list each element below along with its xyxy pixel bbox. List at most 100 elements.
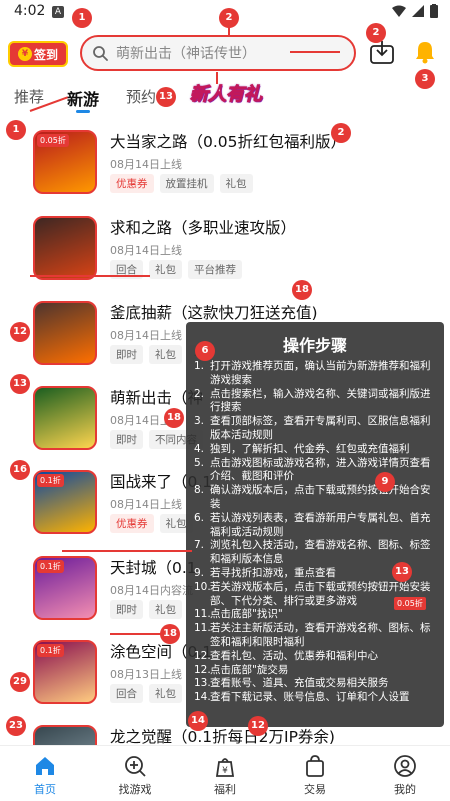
game-name[interactable]: 釜底抽薪（这款快刀狂送充值) xyxy=(110,301,318,323)
game-list-item[interactable]: 求和之路（多职业速攻版） 08月14日上线 回合 礼包 平台推荐 xyxy=(0,216,450,296)
game-name[interactable]: 龙之觉醒（0.1折每日2万IP券余) xyxy=(110,725,335,747)
game-icon[interactable]: 0.05折 xyxy=(33,130,97,194)
step-number: 7. xyxy=(194,539,205,552)
game-icon[interactable] xyxy=(33,216,97,280)
discount-badge: 0.05折 xyxy=(394,597,426,610)
annotation-marker: 2 xyxy=(366,23,386,43)
annotation-marker: 18 xyxy=(164,408,184,428)
nav-home[interactable]: 首页 xyxy=(0,746,90,801)
game-release-date: 08月14日上线 xyxy=(110,158,182,171)
nav-trade[interactable]: 交易 xyxy=(270,746,360,801)
battery-icon xyxy=(430,4,438,18)
step-number: 10. xyxy=(194,580,211,593)
tab-new-games[interactable]: 新游 xyxy=(67,86,99,110)
step-number: 3. xyxy=(194,415,205,428)
game-release-date: 08月14日上线 xyxy=(110,498,182,511)
game-tag: 即时 xyxy=(110,430,143,449)
game-icon[interactable] xyxy=(33,301,97,365)
step-text: 查看下载记录、账号信息、订单和个人设置 xyxy=(210,691,410,704)
annotation-marker: 29 xyxy=(10,672,30,692)
tab-reservation[interactable]: 预约 xyxy=(126,86,156,107)
game-name[interactable]: 大当家之路（0.05折红包福利版） xyxy=(110,130,346,152)
annotation-marker: 1 xyxy=(6,120,26,140)
nav-label: 交易 xyxy=(304,783,326,796)
game-name[interactable]: 求和之路（多职业速攻版） xyxy=(110,216,296,238)
annotation-marker: 6 xyxy=(195,341,215,361)
step-text: 查看账号、道具、充值或交易相关服务 xyxy=(210,677,389,690)
game-name[interactable]: 天封城（0.1 xyxy=(110,556,197,578)
overlay-step: 14. 查看下载记录、账号信息、订单和个人设置 xyxy=(194,691,440,705)
search-input[interactable]: 萌新出击（神话传世） xyxy=(80,35,356,71)
annotation-marker: 18 xyxy=(292,280,312,300)
bottom-navigation: 首页 找游戏 ¥ 福利 交易 我的 xyxy=(0,745,450,801)
game-release-date: 08月13日上线 xyxy=(110,668,182,681)
step-text: 确认游戏版本后，点击下载或预约按钮开始合安装 xyxy=(210,484,431,510)
bell-icon[interactable] xyxy=(414,40,436,64)
game-tag: 礼包 xyxy=(149,600,182,619)
game-tag: 礼包 xyxy=(149,260,182,279)
step-text: 点击底部"找识" xyxy=(210,608,283,621)
annotation-marker: 12 xyxy=(248,716,268,736)
game-tag: 优惠券 xyxy=(110,514,154,533)
game-tag: 回合 xyxy=(110,684,143,703)
tab-recommend[interactable]: 推荐 xyxy=(14,86,44,107)
step-number: 9. xyxy=(194,566,205,579)
annotation-marker: 9 xyxy=(375,472,395,492)
step-number: 11. xyxy=(194,622,211,635)
nav-label: 福利 xyxy=(214,783,236,796)
annotation-arrow xyxy=(62,550,192,552)
nav-find-games[interactable]: 找游戏 xyxy=(90,746,180,801)
game-icon[interactable]: 0.1折 xyxy=(33,640,97,704)
step-text: 点击底部"旋交易 xyxy=(210,663,289,676)
nav-welfare[interactable]: ¥ 福利 xyxy=(180,746,270,801)
promo-banner[interactable]: 新人有礼 xyxy=(190,80,263,106)
annotation-marker: 13 xyxy=(392,562,412,582)
game-search-icon xyxy=(125,756,146,777)
discount-badge: 0.1折 xyxy=(37,560,64,573)
game-tag: 平台推荐 xyxy=(188,260,242,279)
overlay-step: 4. 独到，了解折扣、代金券、红包或充值福利 xyxy=(194,443,440,457)
search-placeholder: 萌新出击（神话传世） xyxy=(116,46,256,62)
overlay-step: 1. 打开游戏推荐页面，确认当前为新游推荐和福利游戏搜索 xyxy=(194,360,440,388)
annotation-marker: 16 xyxy=(10,460,30,480)
overlay-step: 13. 查看账号、道具、充值或交易相关服务 xyxy=(194,677,440,691)
nav-profile[interactable]: 我的 xyxy=(360,746,450,801)
step-number: 1. xyxy=(194,360,205,372)
game-tag: 礼包 xyxy=(149,684,182,703)
svg-text:¥: ¥ xyxy=(222,766,228,776)
overlay-step: 5. 点击游戏图标或游戏名称，进入游戏详情页查看介绍、截图和评价 xyxy=(194,457,440,485)
overlay-step: 6. 若认游戏列表表，查看游新用户专属礼包、首充福利或活动规则 xyxy=(194,512,440,540)
step-text: 查看礼包、活动、优惠券和福利中心 xyxy=(210,649,378,662)
step-text: 独到，了解折扣、代金券、红包或充值福利 xyxy=(210,442,410,455)
signal-icon xyxy=(412,5,424,17)
step-text: 若关注主新版活动，查看开游戏名称、图标、标签和福利和限时福利 xyxy=(210,622,431,648)
overlay-title: 操作步骤 xyxy=(282,336,347,355)
step-number: 2. xyxy=(194,387,205,400)
game-tag: 即时 xyxy=(110,600,143,619)
overlay-step: 12. 点击底部"旋交易 xyxy=(194,664,440,678)
overlay-step: 2. 点击搜索栏，输入游戏名称、关键词或福利版进行搜索 xyxy=(194,388,440,416)
annotation-arrow xyxy=(290,51,340,53)
game-release-date: 08月14日上线 xyxy=(110,329,182,342)
checkin-button[interactable]: ¥ 签到 xyxy=(8,41,68,67)
game-tag: 礼包 xyxy=(149,345,182,364)
game-icon[interactable]: 0.1折 xyxy=(33,556,97,620)
game-tag: 礼包 xyxy=(219,174,253,193)
instruction-overlay: 操作步骤 1. 打开游戏推荐页面，确认当前为新游推荐和福利游戏搜索 2. 点击搜索栏，… xyxy=(186,322,444,727)
game-release-date: 08月14日上线 xyxy=(110,244,182,257)
coin-icon: ¥ xyxy=(17,47,32,61)
nav-label: 首页 xyxy=(34,783,56,796)
status-icons xyxy=(392,4,438,18)
annotation-marker: 18 xyxy=(160,624,180,644)
wifi-icon xyxy=(392,5,406,17)
step-number: 12. xyxy=(194,663,211,676)
overlay-step: 8. 确认游戏版本后，点击下载或预约按钮开始合安装 xyxy=(194,484,440,512)
annotation-marker: 3 xyxy=(415,69,435,89)
game-icon[interactable]: 0.1折 xyxy=(33,470,97,534)
game-icon[interactable] xyxy=(33,386,97,450)
search-icon xyxy=(93,46,108,61)
nav-label: 找游戏 xyxy=(118,783,152,796)
game-list-item[interactable]: 0.05折 大当家之路（0.05折红包福利版） 08月14日上线 优惠券 放置挂机 礼包 xyxy=(0,130,450,210)
game-tags: 回合 礼包 xyxy=(110,684,182,703)
notification-a-icon: A xyxy=(52,6,64,18)
